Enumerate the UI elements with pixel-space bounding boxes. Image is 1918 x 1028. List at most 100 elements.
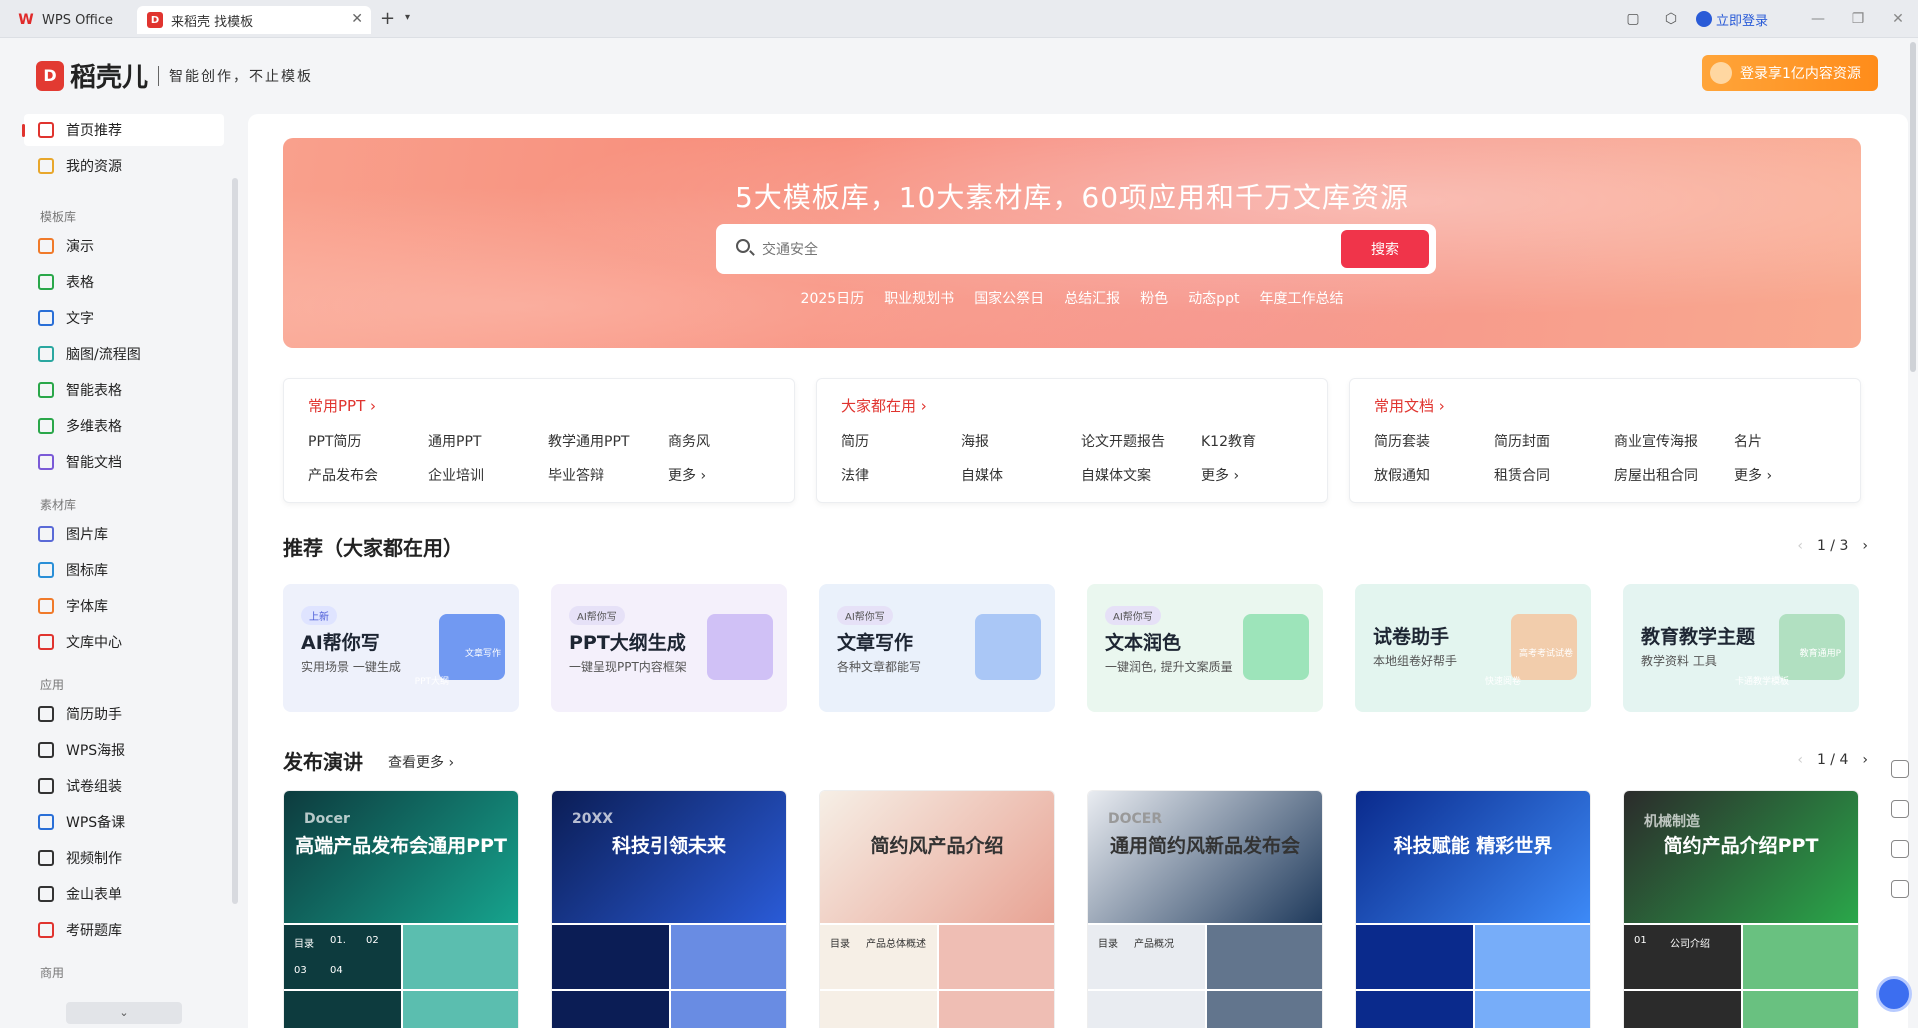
recommend-card[interactable]: 上新 AI帮你写 实用场景 一键生成 文章写作 PPT大纲: [283, 584, 519, 712]
search-input[interactable]: [762, 234, 1322, 264]
category-link[interactable]: 论文开题报告: [1081, 431, 1201, 451]
category-link[interactable]: 产品发布会: [308, 465, 428, 485]
promo-label: 登录享1亿内容资源: [1740, 66, 1861, 82]
chevron-left-icon[interactable]: ‹: [1797, 538, 1803, 554]
page-scrollbar[interactable]: [1910, 42, 1916, 372]
tab-wps-office[interactable]: W WPS Office: [8, 6, 143, 34]
chevron-right-icon[interactable]: ›: [1862, 752, 1868, 768]
chevron-right-icon[interactable]: ›: [1862, 538, 1868, 554]
sidebar-item-mindmap[interactable]: 脑图/流程图: [24, 338, 224, 370]
sidebar-item-resume[interactable]: 简历助手: [24, 698, 224, 730]
cube-icon[interactable]: ⬡: [1652, 11, 1690, 27]
hot-keyword[interactable]: 动态ppt: [1188, 288, 1239, 308]
close-tab-icon[interactable]: ✕: [351, 11, 363, 27]
category-link[interactable]: 商务风: [668, 431, 748, 451]
category-link[interactable]: 自媒体文案: [1081, 465, 1201, 485]
recommend-card[interactable]: 教育教学主题 教学资料 工具 教育通用P 卡通教学模板: [1623, 584, 1859, 712]
category-link[interactable]: 法律: [841, 465, 961, 485]
new-tab-icon[interactable]: +: [380, 8, 395, 29]
sidebar-item-poster[interactable]: WPS海报: [24, 734, 224, 766]
recommend-card[interactable]: 试卷助手 本地组卷好帮手 高考考试试卷 快速阅卷: [1355, 584, 1591, 712]
close-window-icon[interactable]: ✕: [1878, 11, 1918, 27]
template-card[interactable]: 机械制造 简约产品介绍PPT 01 公司介绍: [1623, 790, 1859, 1028]
template-card[interactable]: 科技赋能 精彩世界: [1355, 790, 1591, 1028]
category-link[interactable]: 名片: [1734, 431, 1814, 451]
sidebar-item-forms[interactable]: 金山表单: [24, 878, 224, 910]
chevron-left-icon[interactable]: ‹: [1797, 752, 1803, 768]
sidebar-item-spreadsheet[interactable]: 表格: [24, 266, 224, 298]
hero-banner: 5大模板库，10大素材库，60项应用和千万文库资源 搜索 2025日历 职业规划…: [283, 138, 1861, 348]
login-promo-button[interactable]: 登录享1亿内容资源: [1702, 55, 1878, 91]
category-link[interactable]: 租赁合同: [1494, 465, 1614, 485]
category-link[interactable]: 简历封面: [1494, 431, 1614, 451]
recommend-card[interactable]: AI帮你写 文本润色 一键润色, 提升文案质量: [1087, 584, 1323, 712]
category-title[interactable]: 常用文档 ›: [1374, 395, 1445, 416]
category-title[interactable]: 常用PPT ›: [308, 395, 376, 416]
template-card[interactable]: Docer 高端产品发布会通用PPT 目录 01. 02 03 04: [283, 790, 519, 1028]
hot-keyword[interactable]: 国家公祭日: [974, 288, 1044, 308]
image-icon: [38, 526, 54, 542]
hot-keyword[interactable]: 职业规划书: [884, 288, 954, 308]
hot-keyword[interactable]: 2025日历: [801, 288, 865, 308]
sidebar-item-library[interactable]: 文库中心: [24, 626, 224, 658]
sidebar-item-smart-sheet[interactable]: 智能表格: [24, 374, 224, 406]
category-link[interactable]: 商业宣传海报: [1614, 431, 1734, 451]
sidebar-item-fonts[interactable]: 字体库: [24, 590, 224, 622]
qrcode-icon[interactable]: [1891, 880, 1909, 898]
sidebar-item-exam[interactable]: 试卷组装: [24, 770, 224, 802]
category-link[interactable]: 企业培训: [428, 465, 548, 485]
category-more-link[interactable]: 更多 ›: [668, 465, 748, 485]
sidebar-scrollbar[interactable]: [232, 178, 238, 904]
sidebar-item-icons[interactable]: 图标库: [24, 554, 224, 586]
sidebar-item-smart-doc[interactable]: 智能文档: [24, 446, 224, 478]
sidebar-item-images[interactable]: 图片库: [24, 518, 224, 550]
category-link[interactable]: 简历: [841, 431, 961, 451]
template-card[interactable]: 简约风产品介绍 目录 产品总体概述: [819, 790, 1055, 1028]
restore-icon[interactable]: ❐: [1838, 11, 1878, 27]
category-more-link[interactable]: 更多 ›: [1201, 465, 1281, 485]
logo[interactable]: D 稻壳儿 智能创作，不止模板: [36, 57, 313, 94]
category-link[interactable]: 自媒体: [961, 465, 1081, 485]
sidebar-item-home[interactable]: 首页推荐: [22, 114, 224, 146]
feedback-icon[interactable]: [1891, 800, 1909, 818]
sidebar-item-lesson[interactable]: WPS备课: [24, 806, 224, 838]
ai-assistant-icon[interactable]: [1876, 976, 1912, 1012]
sidebar-item-multi-table[interactable]: 多维表格: [24, 410, 224, 442]
category-link[interactable]: 通用PPT: [428, 431, 548, 451]
user-service-icon[interactable]: [1891, 760, 1909, 778]
category-more-link[interactable]: 更多 ›: [1734, 465, 1814, 485]
category-link[interactable]: PPT简历: [308, 431, 428, 451]
sidebar-item-my-resources[interactable]: 我的资源: [24, 150, 224, 182]
download-icon[interactable]: [1891, 840, 1909, 858]
hot-keyword[interactable]: 总结汇报: [1064, 288, 1120, 308]
login-link[interactable]: 立即登录: [1695, 10, 1768, 29]
page-indicator: 1 / 3: [1816, 538, 1849, 554]
category-link[interactable]: 放假通知: [1374, 465, 1494, 485]
view-more-link[interactable]: 查看更多 ›: [388, 752, 454, 772]
sidebar-item-video[interactable]: 视频制作: [24, 842, 224, 874]
window-layout-icon[interactable]: ▢: [1614, 11, 1652, 27]
hot-keyword[interactable]: 年度工作总结: [1259, 288, 1343, 308]
avatar-icon: [1710, 62, 1732, 84]
sidebar-item-document[interactable]: 文字: [24, 302, 224, 334]
category-link[interactable]: K12教育: [1201, 431, 1281, 451]
category-title[interactable]: 大家都在用 ›: [841, 395, 927, 416]
template-card[interactable]: 20XX 科技引领未来: [551, 790, 787, 1028]
template-card[interactable]: DOCER 通用简约风新品发布会 目录 产品概况: [1087, 790, 1323, 1028]
chevron-down-icon[interactable]: ▾: [405, 12, 410, 23]
search-button[interactable]: 搜索: [1341, 230, 1429, 268]
category-link[interactable]: 海报: [961, 431, 1081, 451]
recommend-card[interactable]: AI帮你写 PPT大纲生成 一键呈现PPT内容框架: [551, 584, 787, 712]
card-illustration: [975, 614, 1041, 680]
category-link[interactable]: 简历套装: [1374, 431, 1494, 451]
category-link[interactable]: 教学通用PPT: [548, 431, 668, 451]
tab-docer[interactable]: D 来稻壳 找模板 ✕: [137, 6, 371, 34]
sidebar-item-presentation[interactable]: 演示: [24, 230, 224, 262]
recommend-card[interactable]: AI帮你写 文章写作 各种文章都能写: [819, 584, 1055, 712]
category-link[interactable]: 毕业答辩: [548, 465, 668, 485]
minimize-icon[interactable]: —: [1798, 11, 1838, 27]
hot-keyword[interactable]: 粉色: [1140, 288, 1168, 308]
category-link[interactable]: 房屋出租合同: [1614, 465, 1734, 485]
sidebar-item-kaoyan[interactable]: 考研题库: [24, 914, 224, 946]
sidebar-expand-button[interactable]: ⌄: [66, 1002, 182, 1024]
